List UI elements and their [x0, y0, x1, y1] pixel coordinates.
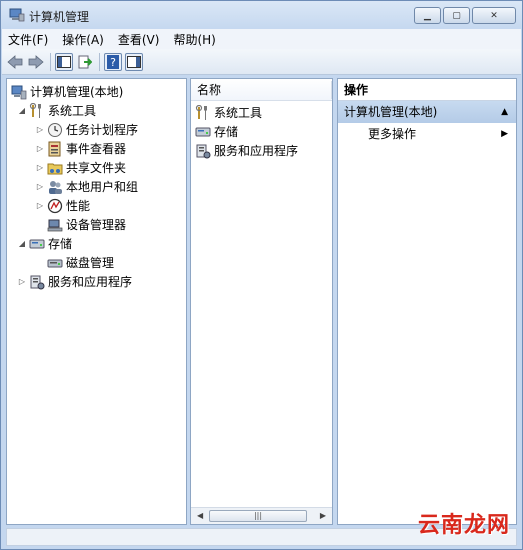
menu-help[interactable]: 帮助(H)	[173, 31, 215, 48]
column-divider[interactable]	[331, 81, 332, 99]
toolbar-separator	[50, 52, 51, 71]
tree-label: 计算机管理(本地)	[30, 85, 124, 99]
forward-button[interactable]	[27, 53, 45, 71]
users-icon	[49, 180, 62, 194]
tree-label: 设备管理器	[66, 218, 127, 232]
tree-label: 系统工具	[48, 104, 97, 118]
menu-action[interactable]: 操作(A)	[62, 31, 104, 48]
actions-header: 操作	[338, 79, 516, 101]
performance-icon	[47, 198, 63, 213]
tree-item-shared-folders[interactable]: ▷ 共享文件夹	[35, 158, 126, 177]
maximize-button[interactable]: ▢	[443, 7, 470, 24]
tree-label: 服务和应用程序	[48, 275, 133, 289]
list-view-pane: 名称 系统工具 存储 服务和应用程序 ◀ ||| ▶	[190, 78, 333, 525]
tree-label: 性能	[66, 199, 91, 213]
help-icon: ?	[107, 54, 119, 69]
clock-icon	[48, 122, 62, 137]
list-item-label: 服务和应用程序	[214, 144, 299, 158]
storage-icon	[195, 127, 211, 136]
expand-triangle-icon[interactable]: ▷	[35, 163, 45, 172]
list-item-system-tools[interactable]: 系统工具	[195, 103, 262, 122]
menu-view[interactable]: 查看(V)	[118, 31, 160, 48]
tree-item-system-tools[interactable]: ◢ 系统工具	[17, 101, 96, 120]
column-header-name[interactable]: 名称	[191, 79, 332, 101]
caption-buttons: ▁ ▢ ✕	[412, 7, 516, 24]
list-item-storage[interactable]: 存储	[195, 122, 238, 141]
shared-folder-icon	[47, 163, 63, 174]
actions-section-label: 计算机管理(本地)	[344, 105, 438, 119]
collapse-triangle-icon[interactable]: ◢	[17, 239, 27, 248]
more-actions-label: 更多操作	[368, 127, 417, 141]
tree-label: 共享文件夹	[66, 161, 127, 175]
expand-triangle-icon[interactable]: ▷	[35, 182, 45, 191]
tree-label: 事件查看器	[66, 142, 127, 156]
computer-management-icon	[9, 8, 25, 22]
expand-triangle-icon[interactable]: ▷	[17, 277, 27, 286]
list-item-label: 存储	[214, 125, 239, 139]
tree-item-disk-management[interactable]: 磁盘管理	[47, 253, 114, 272]
more-actions-item[interactable]: 更多操作 ▶	[368, 124, 508, 144]
scroll-left-icon[interactable]: ◀	[197, 511, 203, 520]
submenu-arrow-icon: ▶	[501, 129, 508, 139]
toolbar-separator	[99, 52, 100, 71]
show-hide-pane-button[interactable]	[125, 52, 143, 71]
computer-management-icon	[11, 85, 27, 99]
forward-arrow-icon	[28, 54, 44, 69]
list-item-label: 系统工具	[214, 106, 263, 120]
show-hide-pane-icon	[127, 55, 141, 68]
device-manager-icon	[47, 219, 63, 231]
event-viewer-icon	[48, 141, 61, 156]
computer-management-window: 计算机管理 ▁ ▢ ✕ 文件(F) 操作(A) 查看(V) 帮助(H) ? 计算…	[0, 0, 523, 550]
tree-item-root[interactable]: 计算机管理(本地)	[11, 82, 123, 101]
services-apps-icon	[196, 144, 211, 158]
close-button[interactable]: ✕	[472, 7, 516, 24]
expand-triangle-icon[interactable]: ▷	[35, 201, 45, 210]
tree-item-event-viewer[interactable]: ▷ 事件查看器	[35, 139, 126, 158]
expand-triangle-icon[interactable]: ▷	[35, 125, 45, 134]
back-button[interactable]	[6, 53, 24, 71]
collapse-triangle-icon[interactable]: ◢	[17, 106, 27, 115]
storage-icon	[29, 239, 45, 248]
console-tree-button[interactable]	[55, 52, 73, 71]
column-header-label: 名称	[197, 83, 222, 97]
export-list-button[interactable]	[76, 53, 94, 71]
expand-triangle-icon[interactable]: ▷	[35, 144, 45, 153]
services-apps-icon	[30, 275, 45, 289]
tree-item-local-users[interactable]: ▷ 本地用户和组	[35, 177, 138, 196]
console-tree-pane: 计算机管理(本地) ◢ 系统工具 ▷ 任务计划程序 ▷ 事件查看器 ▷ 共享文件…	[6, 78, 187, 525]
tree-label: 本地用户和组	[66, 180, 139, 194]
console-tree-icon	[57, 55, 71, 68]
tree-item-storage[interactable]: ◢ 存储	[17, 234, 72, 253]
actions-pane: 操作 计算机管理(本地) ▲ 更多操作 ▶	[337, 78, 517, 525]
menu-file[interactable]: 文件(F)	[8, 31, 48, 48]
tree-label: 磁盘管理	[66, 256, 115, 270]
scroll-right-icon[interactable]: ▶	[320, 511, 326, 520]
tree-item-services-apps[interactable]: ▷ 服务和应用程序	[17, 272, 132, 291]
system-tools-icon	[29, 102, 41, 118]
help-button[interactable]: ?	[104, 52, 122, 71]
system-tools-icon	[195, 104, 207, 120]
watermark-logo: 云南龙网	[417, 512, 510, 538]
disk-management-icon	[47, 259, 63, 267]
tree-item-performance[interactable]: ▷ 性能	[35, 196, 90, 215]
tree-item-task-scheduler[interactable]: ▷ 任务计划程序	[35, 120, 138, 139]
menu-bar: 文件(F) 操作(A) 查看(V) 帮助(H)	[2, 29, 521, 49]
collapse-up-icon[interactable]: ▲	[501, 101, 508, 123]
window-title: 计算机管理	[29, 10, 90, 24]
toolbar: ?	[2, 49, 521, 75]
actions-section-computer-management[interactable]: 计算机管理(本地) ▲	[338, 101, 516, 123]
tree-item-device-manager[interactable]: 设备管理器	[47, 215, 126, 234]
tree-label: 存储	[48, 237, 73, 251]
svg-text:?: ?	[110, 56, 116, 69]
back-arrow-icon	[7, 54, 23, 69]
scrollbar-thumb[interactable]: |||	[209, 510, 307, 522]
horizontal-scrollbar[interactable]: ◀ ||| ▶	[191, 507, 332, 524]
list-item-services-apps[interactable]: 服务和应用程序	[195, 141, 298, 160]
export-list-icon	[78, 55, 92, 68]
title-bar: 计算机管理 ▁ ▢ ✕	[1, 1, 522, 29]
tree-label: 任务计划程序	[66, 123, 139, 137]
minimize-button[interactable]: ▁	[414, 7, 441, 24]
